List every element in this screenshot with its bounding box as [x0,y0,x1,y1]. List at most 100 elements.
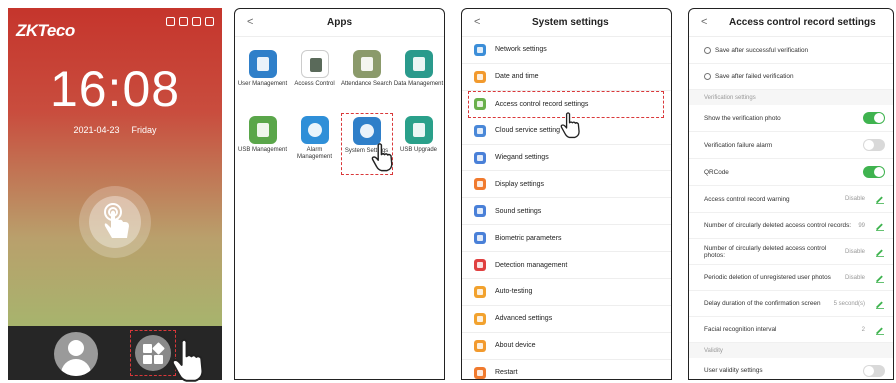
settings-item-icon [474,205,486,218]
attendance-icon [352,50,381,78]
settings-item-label: Access control record settings [495,100,589,108]
setting-value: Disable [844,274,865,281]
hand-cursor-icon [560,112,580,139]
settings-item-label: Advanced settings [495,315,553,323]
setting-value: 99 [858,222,865,229]
radio-circle[interactable] [704,73,711,80]
clock-time: 16:08 [49,61,181,117]
option-label: Save after successful verification [715,46,809,54]
setting-label: Facial recognition interval [704,326,777,333]
setting-face-interval[interactable]: Facial recognition interval 2 [689,317,893,343]
settings-item-label: Network settings [495,46,547,54]
option-label: Save after failed verification [715,73,794,80]
setting-deleted-records[interactable]: Number of circularly deleted access cont… [689,213,893,239]
app-label: USB Management [237,147,288,153]
grid-square [143,355,152,364]
setting-label: Delay duration of the confirmation scree… [704,300,821,307]
settings-item-icon [474,43,486,56]
apps-screen: < Apps User Management Access Control Atte… [234,8,445,380]
hand-cursor-icon [171,338,204,382]
settings-item-detection-management[interactable]: Detection management [462,252,671,280]
settings-item-network-settings[interactable]: Network settings [462,37,671,64]
back-arrow-icon[interactable]: < [247,16,253,28]
acr-header: < Access control record settings [689,9,893,37]
network-status-icon [192,17,201,26]
edit-pencil-icon[interactable] [875,273,885,283]
setting-show-photo[interactable]: Show the verification photo [689,105,893,132]
settings-item-about-device[interactable]: About device [462,333,671,360]
app-tile-database[interactable]: Data Management [393,47,445,109]
settings-item-advanced-settings[interactable]: Advanced settings [462,306,671,333]
radio-circle[interactable] [704,46,711,54]
app-tile-clock[interactable]: Alarm Management [289,113,341,175]
app-tile-user-management[interactable]: User Management [237,47,289,109]
settings-item-icon [474,178,486,191]
app-tile-door[interactable]: Access Control [289,47,341,109]
setting-value: Disable [844,196,865,202]
radio-save-success[interactable]: Save after successful verification [689,37,893,64]
setting-deleted-photos[interactable]: Number of circularly deleted access cont… [689,239,893,265]
app-tile-usb-drive[interactable]: USB Management [237,113,289,175]
app-label: USB Upgrade [399,147,438,153]
settings-item-biometric-parameters[interactable]: Biometric parameters [462,225,671,253]
edit-pencil-icon[interactable] [875,221,885,231]
back-arrow-icon[interactable]: < [701,16,707,28]
settings-item-icon [474,232,486,245]
app-tile-attendance[interactable]: Attendance Search [341,47,393,109]
weekday-text: Friday [131,125,157,135]
toggle-switch[interactable] [863,112,885,124]
usb-status-icon [166,17,175,26]
toggle-knob [864,365,874,376]
app-tile-usb-upgrade[interactable]: USB Upgrade [393,113,445,175]
settings-item-label: Date and time [495,73,539,81]
page-title: System settings [532,17,609,28]
clock-date: 2021-04-23 Friday [8,125,222,135]
setting-failure-alarm[interactable]: Verification failure alarm [689,132,893,159]
brand-logo: ZKTeco [16,21,75,40]
settings-item-restart[interactable]: Restart [462,360,671,379]
toggle-switch[interactable] [863,139,885,151]
setting-label: Verification failure alarm [704,141,773,149]
settings-item-auto-testing[interactable]: Auto-testing [462,279,671,306]
setting-label: User validity settings [704,367,763,374]
setting-record-warning[interactable]: Access control record warning Disable [689,186,893,213]
section-header-validity: Validity [689,343,893,358]
user-avatar-button[interactable] [54,332,98,376]
setting-value: Disable [844,248,865,255]
section-header-verification: Verification settings [689,90,893,105]
touch-button[interactable] [79,186,151,258]
edit-pencil-icon[interactable] [875,247,885,257]
setting-user-validity[interactable]: User validity settings [689,358,893,379]
usb-upgrade-icon [404,116,433,144]
apps-grid: User Management Access Control Attendance … [235,47,445,175]
settings-item-icon [474,124,486,137]
settings-list: Network settings Date and time Access cont… [462,37,671,379]
settings-item-sound-settings[interactable]: Sound settings [462,198,671,226]
edit-pencil-icon[interactable] [875,194,885,204]
setting-delay-duration[interactable]: Delay duration of the confirmation scree… [689,291,893,317]
apps-grid-icon [135,335,171,371]
grid-square [143,344,152,353]
edit-pencil-icon[interactable] [875,299,885,309]
settings-item-label: Cloud service setting [495,127,560,135]
setting-qrcode[interactable]: QRCode [689,159,893,186]
icon-glyph [360,57,373,71]
toggle-switch[interactable] [863,166,885,178]
icon-glyph [256,123,269,137]
settings-item-display-settings[interactable]: Display settings [462,171,671,199]
setting-label: Access control record warning [704,195,790,203]
system-header: < System settings [462,9,671,37]
toggle-knob [874,113,884,123]
toggle-switch[interactable] [863,364,885,377]
back-arrow-icon[interactable]: < [474,16,480,28]
setting-periodic-deletion[interactable]: Periodic deletion of unregistered user p… [689,265,893,291]
hand-cursor-icon [371,143,393,172]
user-management-icon [248,50,277,78]
access-control-record-screen: < Access control record settings Save af… [688,8,894,380]
radio-save-failed[interactable]: Save after failed verification [689,64,893,90]
settings-item-icon [474,70,486,83]
settings-item-icon [474,259,486,272]
settings-item-date-and-time[interactable]: Date and time [462,64,671,91]
settings-item-wiegand-settings[interactable]: Wiegand settings [462,145,671,172]
edit-pencil-icon[interactable] [875,325,885,335]
